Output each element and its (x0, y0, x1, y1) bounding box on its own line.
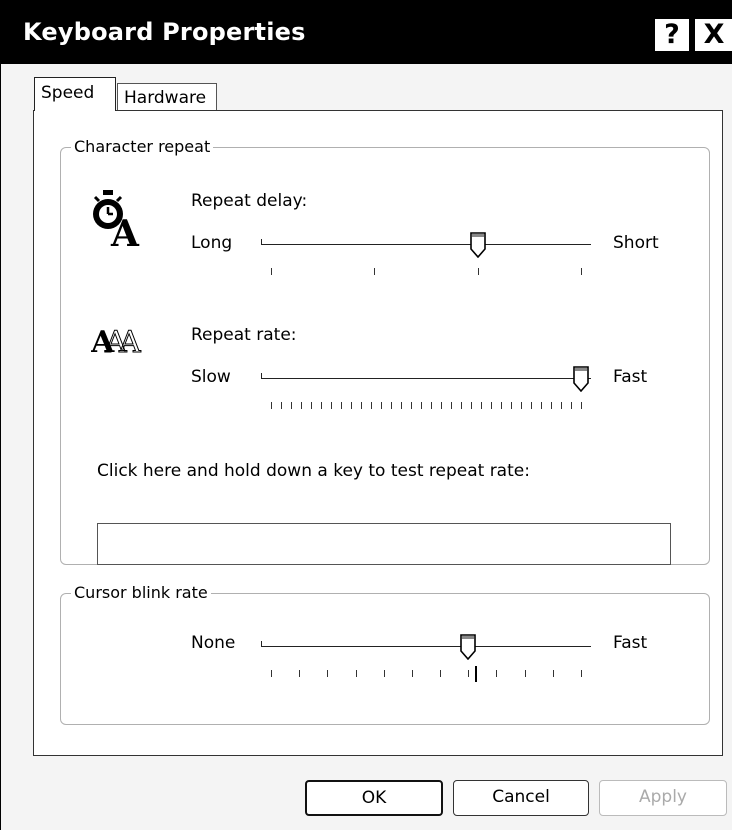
slider-tick (361, 402, 362, 409)
slider-tick (511, 402, 512, 409)
title-bar: Keyboard Properties ? X (1, 0, 732, 64)
slider-tick (381, 402, 382, 409)
tab-speed[interactable]: Speed (34, 77, 116, 111)
cursor-blink-min-label: None (191, 633, 236, 653)
slider-tick (374, 268, 376, 275)
repeat-rate-label: Repeat rate: (191, 325, 297, 345)
slider-tick (321, 402, 322, 409)
slider-tick (391, 402, 392, 409)
slider-tick (477, 268, 479, 275)
slider-tick (481, 402, 482, 409)
window-title: Keyboard Properties (23, 18, 306, 46)
keyboard-properties-window: Keyboard Properties ? X Speed Hardware C… (0, 0, 732, 830)
slider-tick (411, 402, 412, 409)
slider-track (261, 239, 591, 245)
slider-tick (581, 670, 582, 677)
slider-tick (491, 402, 492, 409)
slider-tick (524, 670, 526, 677)
repeated-letters-icon: A A A (91, 325, 142, 361)
slider-tick (341, 402, 342, 409)
character-repeat-group: Character repeat A Repeat delay: Long Sh… (60, 136, 710, 565)
slider-tick (301, 402, 302, 409)
slider-tick (299, 670, 301, 677)
slider-tick (431, 402, 432, 409)
cursor-blink-label: Cursor blink rate (71, 582, 211, 604)
cursor-preview (475, 666, 477, 682)
slider-tick (501, 402, 502, 409)
slider-tick (271, 268, 272, 275)
speed-tab-panel: Character repeat A Repeat delay: Long Sh… (33, 110, 723, 756)
slider-tick (531, 402, 532, 409)
slider-tick (401, 402, 402, 409)
test-repeat-input[interactable] (97, 523, 671, 565)
slider-tick (541, 402, 542, 409)
repeat-delay-max-label: Short (613, 233, 659, 253)
slider-tick (571, 402, 572, 409)
slider-tick (461, 402, 462, 409)
svg-text:A: A (118, 325, 141, 360)
ok-button[interactable]: OK (305, 780, 443, 816)
cursor-blink-group: Cursor blink rate None Fast (60, 582, 710, 725)
slider-tick (271, 670, 272, 677)
slider-tick (383, 670, 385, 677)
tab-hardware[interactable]: Hardware (117, 83, 217, 111)
repeat-delay-label: Repeat delay: (191, 191, 308, 211)
slider-tick (552, 670, 554, 677)
slider-tick (496, 670, 498, 677)
slider-tick (440, 670, 442, 677)
slider-track (261, 641, 591, 647)
slider-tick (327, 670, 329, 677)
slider-tick (291, 402, 292, 409)
repeat-delay-min-label: Long (191, 233, 233, 253)
slider-thumb[interactable] (573, 366, 589, 392)
slider-tick (371, 402, 372, 409)
slider-tick (521, 402, 522, 409)
slider-tick (311, 402, 312, 409)
cancel-button[interactable]: Cancel (453, 780, 589, 816)
cursor-blink-max-label: Fast (613, 633, 648, 653)
help-button[interactable]: ? (653, 17, 691, 53)
stopwatch-letter-icon: A (93, 190, 140, 252)
slider-tick (411, 670, 413, 677)
slider-tick (441, 402, 442, 409)
slider-tick (331, 402, 332, 409)
slider-thumb[interactable] (460, 634, 477, 660)
repeat-rate-min-label: Slow (191, 367, 231, 387)
test-repeat-label: Click here and hold down a key to test r… (97, 461, 530, 481)
repeat-rate-max-label: Fast (613, 367, 648, 387)
character-repeat-label: Character repeat (71, 136, 214, 158)
slider-tick (451, 402, 452, 409)
close-button[interactable]: X (693, 17, 732, 53)
slider-thumb[interactable] (469, 232, 486, 258)
svg-text:A: A (110, 213, 140, 252)
slider-tick (271, 402, 272, 409)
slider-tick (351, 402, 352, 409)
slider-tick (468, 670, 470, 677)
slider-tick (581, 268, 582, 275)
slider-tick (281, 402, 282, 409)
slider-track (261, 373, 591, 379)
slider-tick (421, 402, 422, 409)
slider-tick (551, 402, 552, 409)
slider-tick (581, 402, 582, 409)
apply-button[interactable]: Apply (599, 780, 727, 816)
slider-tick (471, 402, 472, 409)
slider-tick (561, 402, 562, 409)
slider-tick (355, 670, 357, 677)
